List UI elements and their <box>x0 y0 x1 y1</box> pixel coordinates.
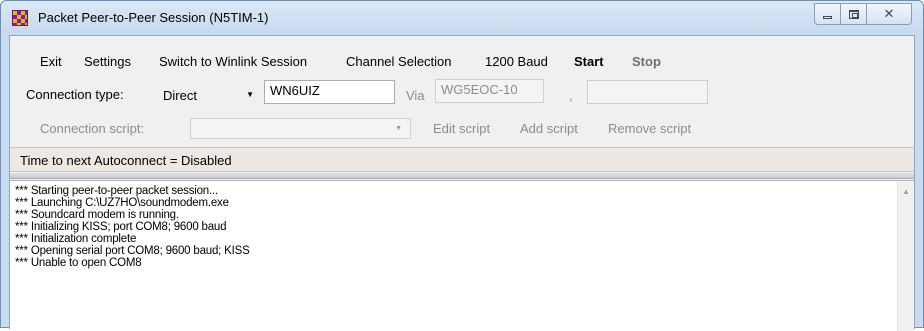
menu-stop[interactable]: Stop <box>632 54 661 69</box>
connection-type-select[interactable]: Direct ▼ <box>153 83 264 107</box>
remove-script-button[interactable]: Remove script <box>608 121 691 136</box>
menu-settings[interactable]: Settings <box>84 54 131 69</box>
window-controls: ✕ <box>814 3 912 25</box>
via-separator: , <box>569 88 573 103</box>
menu-bar: Exit Settings Switch to Winlink Session … <box>10 36 914 85</box>
log-line: *** Starting peer-to-peer packet session… <box>15 185 218 197</box>
log-line: *** Opening serial port COM8; 9600 baud;… <box>15 245 250 257</box>
log-lines: *** Starting peer-to-peer packet session… <box>15 185 875 269</box>
connection-script-select[interactable]: ▼ <box>190 118 411 139</box>
log-line: *** Launching C:\UZ7HO\soundmodem.exe <box>15 197 229 209</box>
edit-script-button[interactable]: Edit script <box>433 121 490 136</box>
via-input[interactable]: WG5EOC-10 <box>435 79 544 103</box>
app-grid-icon[interactable] <box>12 10 28 26</box>
log-line: *** Initializing KISS; port COM8; 9600 b… <box>15 221 227 233</box>
connection-type-label: Connection type: <box>26 87 124 102</box>
autoconnect-status-text: Time to next Autoconnect = Disabled <box>20 153 232 168</box>
log-scrollbar[interactable]: ▲ <box>897 181 914 331</box>
close-icon: ✕ <box>883 6 895 22</box>
connection-script-label: Connection script: <box>40 121 145 136</box>
menu-start[interactable]: Start <box>574 54 604 69</box>
via2-input[interactable] <box>587 80 708 104</box>
minimize-button[interactable] <box>814 3 841 25</box>
autoconnect-status-bar: Time to next Autoconnect = Disabled <box>10 147 914 172</box>
log-line: *** Unable to open COM8 <box>15 257 142 269</box>
menu-baud[interactable]: 1200 Baud <box>485 54 548 69</box>
maximize-button[interactable] <box>841 3 867 25</box>
title-bar[interactable]: Packet Peer-to-Peer Session (N5TIM-1) ✕ <box>1 1 923 35</box>
close-button[interactable]: ✕ <box>867 3 912 25</box>
log-line: *** Initialization complete <box>15 233 137 245</box>
menu-switch-winlink[interactable]: Switch to Winlink Session <box>159 54 307 69</box>
add-script-button[interactable]: Add script <box>520 121 578 136</box>
log-line: *** Soundcard modem is running. <box>15 209 179 221</box>
menu-channel-selection[interactable]: Channel Selection <box>346 54 452 69</box>
window-title: Packet Peer-to-Peer Session (N5TIM-1) <box>38 10 269 25</box>
client-area: Exit Settings Switch to Winlink Session … <box>9 35 915 331</box>
connection-type-value: Direct <box>163 87 197 103</box>
maximize-icon <box>848 9 859 19</box>
session-log[interactable]: *** Starting peer-to-peer packet session… <box>10 180 914 331</box>
minimize-icon <box>823 15 832 19</box>
scroll-up-icon[interactable]: ▲ <box>902 187 910 196</box>
chevron-down-icon: ▼ <box>395 125 402 132</box>
callsign-input[interactable]: WN6UIZ <box>264 80 395 104</box>
via-label: Via <box>406 88 425 103</box>
session-window: Packet Peer-to-Peer Session (N5TIM-1) ✕ … <box>0 0 924 331</box>
splitter-handle[interactable] <box>10 173 914 179</box>
menu-exit[interactable]: Exit <box>40 54 62 69</box>
chevron-down-icon: ▼ <box>246 90 254 99</box>
